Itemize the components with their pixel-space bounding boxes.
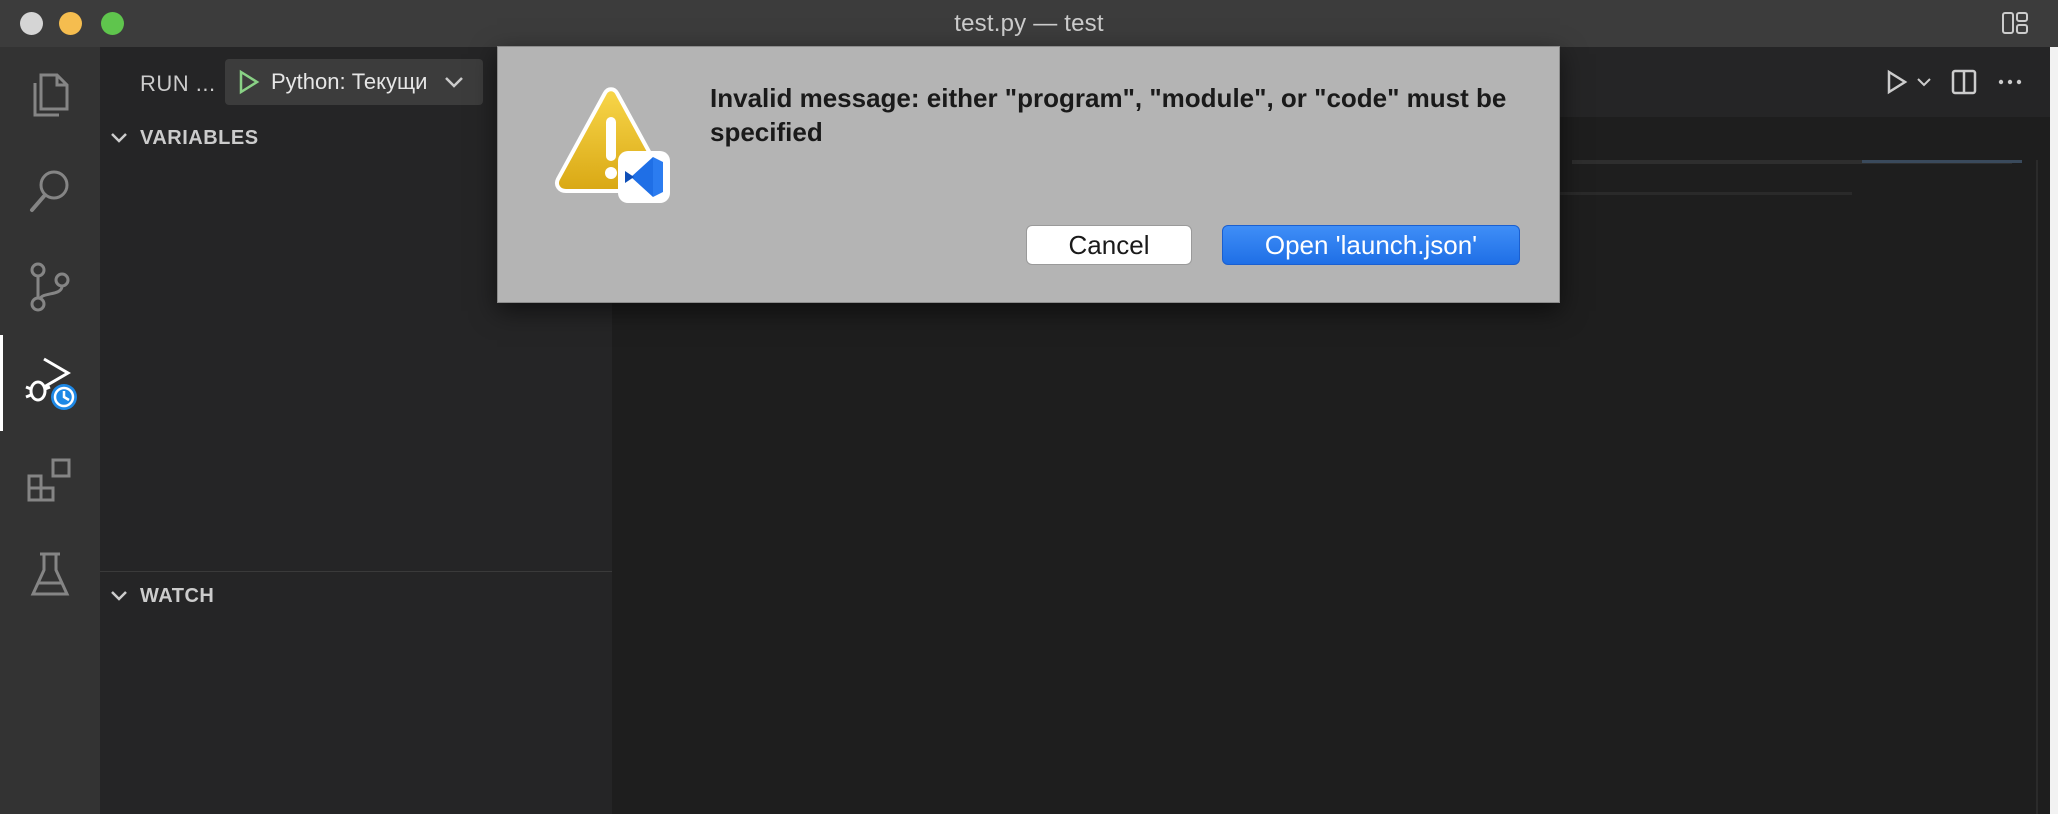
minimap[interactable] — [1862, 160, 2022, 163]
chevron-down-icon — [111, 591, 127, 601]
activity-search[interactable] — [0, 143, 100, 239]
extensions-icon — [27, 458, 71, 502]
files-icon — [33, 73, 69, 117]
activity-extensions[interactable] — [0, 431, 100, 527]
debug-configuration-select[interactable]: Python: Текущи — [225, 59, 483, 105]
editor-toolbar — [1882, 65, 2024, 99]
activity-run-debug[interactable] — [0, 335, 100, 431]
window-edge-right — [2050, 47, 2058, 814]
run-view-title: RUN ... — [140, 71, 216, 96]
section-divider[interactable] — [100, 571, 612, 572]
window-title: test.py — test — [954, 10, 1104, 37]
chevron-down-icon[interactable] — [1916, 74, 1932, 90]
source-control-icon — [30, 262, 70, 312]
variables-section-title: VARIABLES — [140, 126, 259, 149]
activity-bar — [0, 47, 100, 814]
search-icon — [30, 170, 69, 212]
open-launch-json-button[interactable]: Open 'launch.json' — [1222, 225, 1520, 265]
activity-testing[interactable] — [0, 527, 100, 623]
watch-section-title: WATCH — [140, 584, 215, 607]
chevron-down-icon — [111, 133, 127, 143]
chevron-down-icon — [445, 77, 463, 88]
layout-toggle-icon[interactable] — [2002, 12, 2028, 34]
watch-section-header[interactable]: WATCH — [100, 576, 612, 616]
vscode-window: test.py — test RUN ... Python: Текущи VA… — [0, 0, 2058, 814]
activity-explorer[interactable] — [0, 47, 100, 143]
start-debugging-icon[interactable] — [235, 69, 261, 95]
more-actions-icon[interactable] — [1996, 68, 2024, 96]
split-editor-icon[interactable] — [1950, 68, 1978, 96]
warning-icon — [555, 87, 670, 203]
error-dialog: Invalid message: either "program", "modu… — [497, 46, 1560, 303]
title-bar: test.py — test — [0, 0, 2058, 48]
editor-scrollbar[interactable] — [2036, 160, 2038, 814]
run-file-icon[interactable] — [1882, 68, 1910, 96]
run-debug-icon — [24, 357, 77, 410]
cancel-button[interactable]: Cancel — [1026, 225, 1192, 265]
debug-configuration-value: Python: Текущи — [271, 69, 428, 94]
activity-source-control[interactable] — [0, 239, 100, 335]
dialog-message: Invalid message: either "program", "modu… — [710, 83, 1507, 147]
flask-icon — [30, 552, 70, 596]
